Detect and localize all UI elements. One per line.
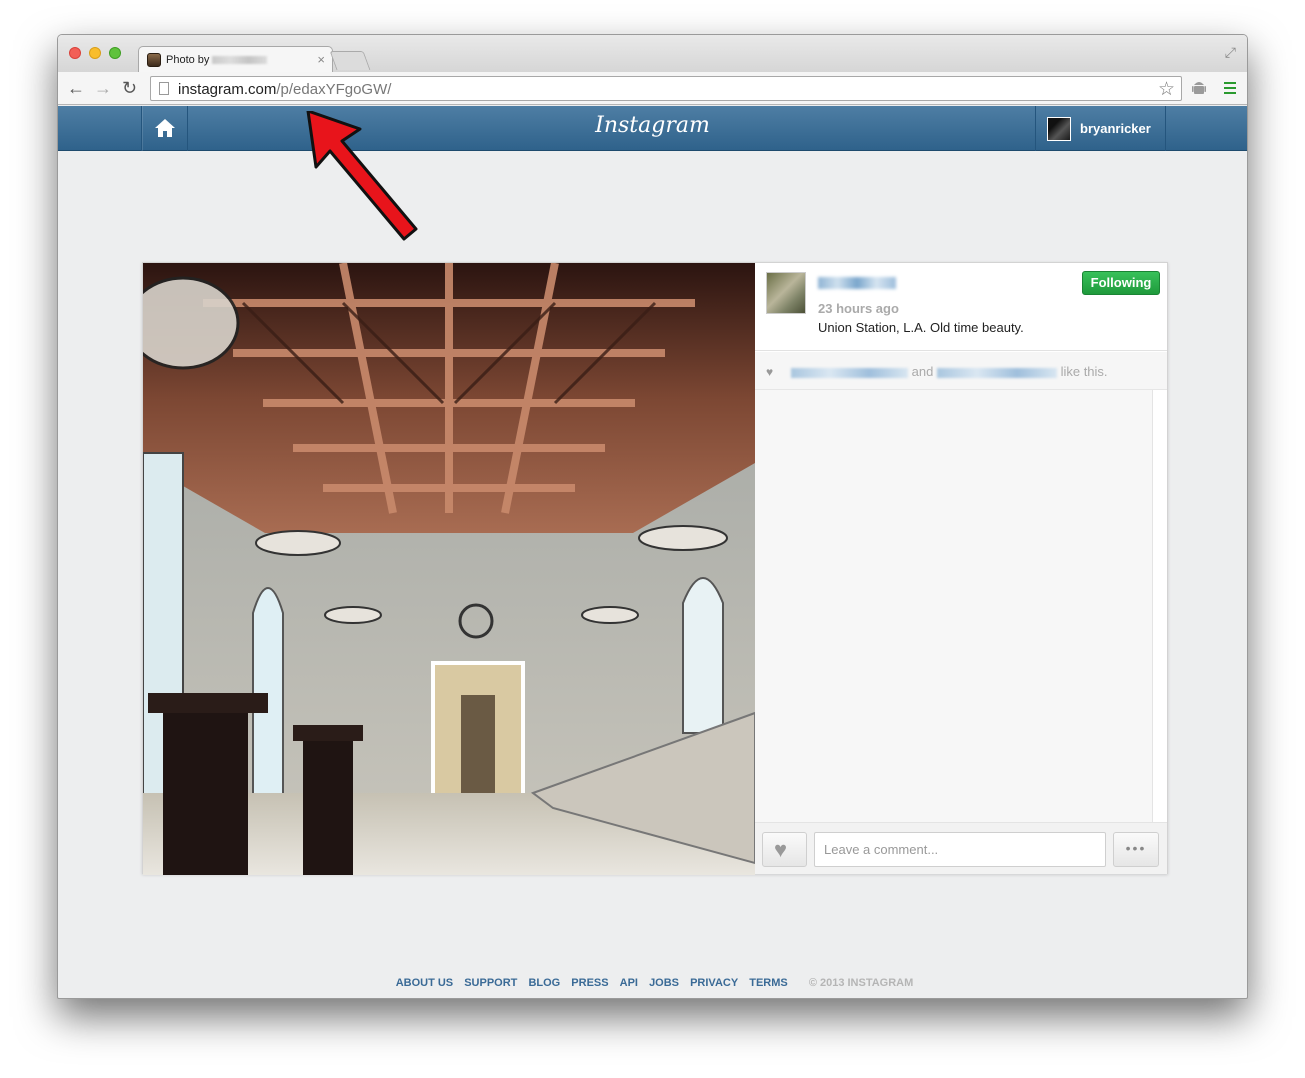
post-caption: Union Station, L.A. Old time beauty. (818, 320, 1024, 335)
browser-tab[interactable]: Photo by × (138, 46, 333, 73)
url-host: instagram.com (178, 81, 277, 98)
page-icon (159, 82, 169, 95)
instagram-header: Instagram bryanricker (58, 106, 1247, 151)
forward-icon[interactable]: → (94, 79, 112, 97)
post-photo[interactable] (143, 263, 755, 875)
heart-icon: ♥ (774, 837, 788, 862)
tab-close-icon[interactable]: × (317, 52, 325, 67)
post-header: 23 hours ago Union Station, L.A. Old tim… (755, 263, 1167, 351)
blurred-tab-username (212, 56, 267, 64)
photo-card: 23 hours ago Union Station, L.A. Old tim… (142, 262, 1168, 875)
comment-bar: ♥ ••• (755, 822, 1167, 874)
blurred-poster-username[interactable] (818, 277, 896, 289)
footer-copyright: © 2013 INSTAGRAM (808, 977, 914, 989)
footer-link-jobs[interactable]: JOBS (649, 977, 679, 989)
footer: ABOUT US SUPPORT BLOG PRESS API JOBS PRI… (58, 977, 1247, 989)
url-path: /p/edaxYFgoGW/ (276, 81, 392, 98)
user-avatar (1047, 117, 1071, 141)
instagram-favicon-icon (147, 53, 161, 67)
new-tab-button[interactable] (329, 51, 371, 70)
address-bar[interactable]: instagram.com/p/edaxYFgoGW/ ☆ (150, 76, 1182, 101)
likes-suffix: like this. (1060, 364, 1108, 379)
user-menu[interactable]: bryanricker (1035, 106, 1166, 151)
poster-avatar[interactable] (766, 272, 806, 314)
footer-link-support[interactable]: SUPPORT (464, 977, 517, 989)
more-options-button[interactable]: ••• (1113, 832, 1159, 867)
back-icon[interactable]: ← (67, 79, 85, 97)
footer-link-press[interactable]: PRESS (571, 977, 608, 989)
fullscreen-icon[interactable]: ⤢ (1225, 44, 1236, 61)
url-text[interactable]: instagram.com/p/edaxYFgoGW/ (178, 81, 391, 98)
blurred-liker-2[interactable] (936, 367, 1057, 378)
post-sidebar: 23 hours ago Union Station, L.A. Old tim… (755, 263, 1167, 874)
comments-area[interactable] (755, 390, 1153, 822)
screenshot-stage: Photo by × ⤢ ← → ↻ instagram.com/p/edaxY… (0, 0, 1305, 1078)
post-timestamp: 23 hours ago (818, 301, 899, 316)
footer-link-blog[interactable]: BLOG (528, 977, 560, 989)
blurred-liker-1[interactable] (791, 367, 908, 378)
reload-icon[interactable]: ↻ (122, 79, 137, 97)
tab-title: Photo by (166, 54, 210, 66)
footer-link-privacy[interactable]: PRIVACY (690, 977, 738, 989)
following-button[interactable]: Following (1082, 271, 1160, 295)
like-button[interactable]: ♥ (762, 832, 807, 867)
footer-link-terms[interactable]: TERMS (749, 977, 788, 989)
union-station-photo (143, 263, 755, 875)
close-window-button[interactable] (69, 47, 81, 59)
browser-toolbar: ← → ↻ instagram.com/p/edaxYFgoGW/ ☆ (58, 72, 1247, 105)
red-arrow-annotation (306, 111, 418, 241)
footer-link-api[interactable]: API (620, 977, 638, 989)
zoom-window-button[interactable] (109, 47, 121, 59)
browser-menu-icon[interactable] (1224, 82, 1236, 94)
bookmark-star-icon[interactable]: ☆ (1158, 78, 1175, 101)
browser-tab-strip: Photo by × ⤢ (58, 35, 1247, 73)
heart-icon: ♥ (766, 365, 774, 379)
android-icon[interactable] (1192, 79, 1206, 97)
likes-and: and (911, 364, 934, 379)
header-username: bryanricker (1080, 121, 1151, 136)
likes-row: ♥ and like this. (755, 352, 1167, 390)
likes-text: and like this. (791, 364, 1108, 379)
browser-window: Photo by × ⤢ ← → ↻ instagram.com/p/edaxY… (57, 34, 1248, 999)
more-icon: ••• (1125, 840, 1147, 856)
minimize-window-button[interactable] (89, 47, 101, 59)
comment-input[interactable] (814, 832, 1106, 867)
footer-link-about[interactable]: ABOUT US (396, 977, 453, 989)
